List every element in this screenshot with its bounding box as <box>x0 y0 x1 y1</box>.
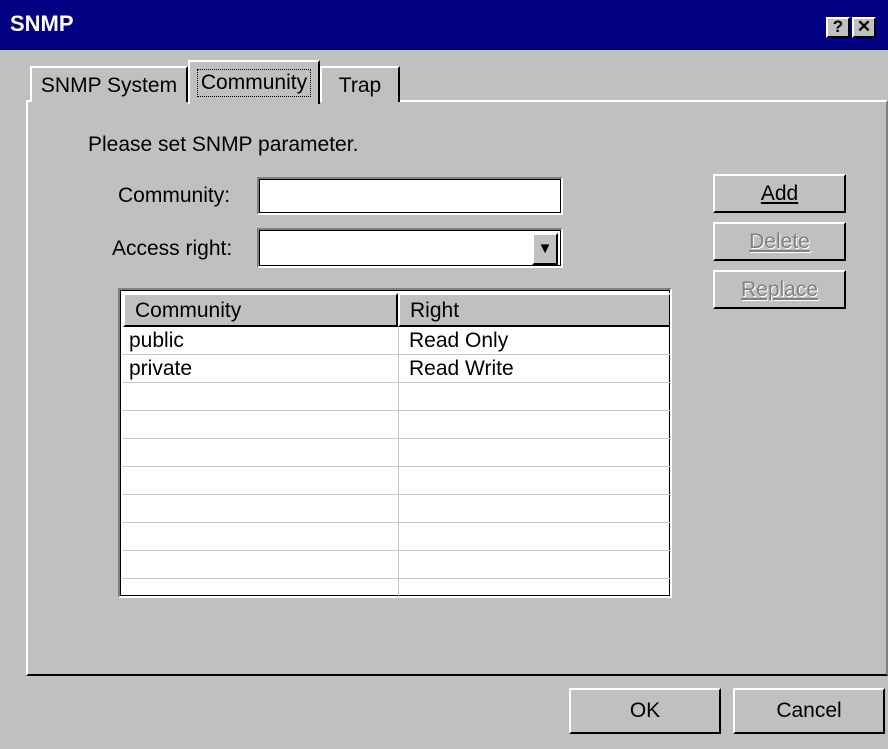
access-right-select[interactable]: ▼ <box>257 228 563 268</box>
tab-community-label: Community <box>196 69 312 97</box>
replace-button-label: Replace <box>740 278 819 301</box>
community-label: Community: <box>118 184 231 207</box>
table-row[interactable] <box>123 523 670 551</box>
add-button[interactable]: Add <box>713 174 846 213</box>
replace-button[interactable]: Replace <box>713 270 846 309</box>
delete-button-label: Delete <box>749 230 810 253</box>
snmp-dialog: SNMP ? ✕ SNMP System Community Trap Plea… <box>0 0 888 749</box>
table-body: public Read Only private Read Write <box>123 327 670 579</box>
delete-button[interactable]: Delete <box>713 222 846 261</box>
cancel-button-label: Cancel <box>776 699 842 722</box>
chevron-down-icon: ▼ <box>537 240 553 257</box>
add-button-label: Add <box>760 182 799 205</box>
ok-button[interactable]: OK <box>569 688 721 734</box>
access-right-label: Access right: <box>112 237 233 260</box>
cell-right: Read Write <box>409 357 514 380</box>
column-header-right[interactable]: Right <box>398 293 670 327</box>
table-row[interactable] <box>123 467 670 495</box>
community-input[interactable] <box>257 177 563 215</box>
tab-snmp-system-label: SNMP System <box>40 74 178 97</box>
column-divider <box>398 327 399 596</box>
table-row[interactable] <box>123 495 670 523</box>
help-button[interactable]: ? <box>826 17 850 38</box>
tab-trap-label: Trap <box>338 74 382 97</box>
tab-trap[interactable]: Trap <box>320 66 400 102</box>
table-row[interactable]: private Read Write <box>123 355 670 383</box>
table-row[interactable]: public Read Only <box>123 327 670 355</box>
cell-community: private <box>129 357 193 380</box>
cancel-button[interactable]: Cancel <box>733 688 885 734</box>
cell-right: Read Only <box>409 329 509 352</box>
tab-snmp-system[interactable]: SNMP System <box>30 66 188 102</box>
cell-community: public <box>129 329 184 352</box>
instruction-text: Please set SNMP parameter. <box>88 133 359 156</box>
access-right-dropdown-button[interactable]: ▼ <box>532 233 558 265</box>
column-header-community[interactable]: Community <box>123 293 398 327</box>
table-row[interactable] <box>123 439 670 467</box>
ok-button-label: OK <box>629 699 661 722</box>
table-row[interactable] <box>123 411 670 439</box>
close-button[interactable]: ✕ <box>852 17 876 38</box>
window-title: SNMP <box>10 11 74 36</box>
table-header: Community Right <box>123 293 670 327</box>
table-row[interactable] <box>123 383 670 411</box>
title-bar[interactable]: SNMP ? ✕ <box>0 0 888 50</box>
tab-community[interactable]: Community <box>188 60 320 104</box>
table-row[interactable] <box>123 551 670 579</box>
community-table[interactable]: Community Right public Read Only private R… <box>118 288 672 598</box>
